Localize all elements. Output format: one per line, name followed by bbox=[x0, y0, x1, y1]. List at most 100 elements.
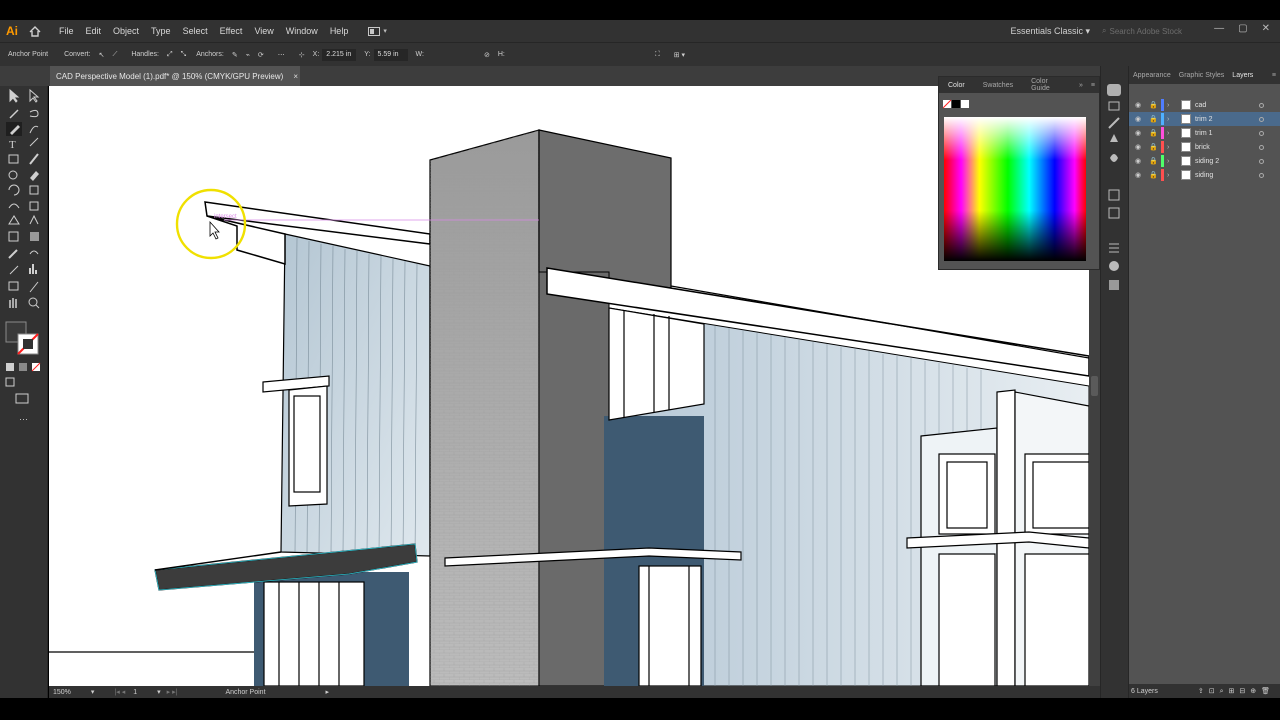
menu-type[interactable]: Type bbox=[145, 26, 177, 36]
menu-window[interactable]: Window bbox=[280, 26, 324, 36]
color-panel-icon bbox=[1107, 84, 1121, 96]
expand-chevron-icon[interactable]: › bbox=[1167, 172, 1169, 179]
workspace-switcher[interactable]: Essentials Classic ▾ bbox=[1010, 26, 1090, 37]
layer-name[interactable]: trim 1 bbox=[1195, 130, 1213, 137]
expand-chevron-icon[interactable]: › bbox=[1167, 158, 1169, 165]
tab-color-guide[interactable]: Color Guide bbox=[1022, 78, 1075, 92]
target-icon[interactable] bbox=[1259, 116, 1264, 122]
visibility-icon[interactable]: ◉ bbox=[1135, 171, 1141, 179]
convert-label: Convert: bbox=[64, 51, 91, 58]
menu-edit[interactable]: Edit bbox=[80, 26, 108, 36]
layer-row[interactable]: ◉ 🔒 › siding 2 bbox=[1129, 154, 1280, 168]
layer-name[interactable]: brick bbox=[1195, 144, 1210, 151]
artboard-dropdown-icon[interactable]: ▾ bbox=[157, 688, 161, 696]
tab-layers[interactable]: Layers bbox=[1228, 72, 1257, 79]
expand-chevron-icon[interactable]: › bbox=[1167, 130, 1169, 137]
layer-thumbnail bbox=[1181, 156, 1191, 166]
expand-chevron-icon[interactable]: › bbox=[1167, 102, 1169, 109]
tab-swatches[interactable]: Swatches bbox=[974, 82, 1022, 89]
panel-menu-icon[interactable]: ≡ bbox=[1087, 82, 1099, 89]
menu-help[interactable]: Help bbox=[324, 26, 355, 36]
target-icon[interactable] bbox=[1259, 102, 1264, 108]
next-artboard-icon[interactable]: ▸ ▸| bbox=[167, 688, 178, 696]
lock-icon[interactable]: 🔒 bbox=[1149, 115, 1158, 123]
target-icon[interactable] bbox=[1259, 144, 1264, 150]
tab-appearance[interactable]: Appearance bbox=[1129, 72, 1175, 79]
width-tool-icon bbox=[8, 203, 20, 209]
layer-row-selected[interactable]: ◉ 🔒 › trim 2 bbox=[1129, 112, 1280, 126]
layer-name[interactable]: siding bbox=[1195, 172, 1213, 179]
layer-name[interactable]: siding 2 bbox=[1195, 158, 1219, 165]
scroll-thumb[interactable] bbox=[1091, 376, 1098, 396]
transform-ref-icon[interactable]: ⊹ bbox=[299, 51, 305, 59]
expand-chevron-icon[interactable]: › bbox=[1167, 116, 1169, 123]
more-options-icon[interactable]: ⊞ ▾ bbox=[674, 51, 685, 59]
visibility-icon[interactable]: ◉ bbox=[1135, 115, 1141, 123]
target-icon[interactable] bbox=[1259, 158, 1264, 164]
status-menu-icon[interactable]: ▸ bbox=[326, 688, 330, 696]
layer-row[interactable]: ◉ 🔒 › siding bbox=[1129, 168, 1280, 182]
lock-icon[interactable]: 🔒 bbox=[1149, 101, 1158, 109]
layer-name[interactable]: trim 2 bbox=[1195, 116, 1213, 123]
artboard-number[interactable]: 1 bbox=[133, 689, 137, 696]
direct-selection-tool-icon bbox=[29, 88, 40, 103]
layer-actions-icons[interactable]: ⇪⊡⌕⊞⊟⊕🗑 bbox=[1198, 687, 1280, 696]
target-icon[interactable] bbox=[1259, 172, 1264, 178]
show-handles-icon[interactable]: ⤢ bbox=[167, 51, 173, 59]
tab-graphic-styles[interactable]: Graphic Styles bbox=[1175, 72, 1229, 79]
layers-menu-icon[interactable]: ≡ bbox=[1268, 72, 1280, 79]
lock-icon[interactable]: 🔒 bbox=[1149, 129, 1158, 137]
prev-artboard-icon[interactable]: |◂ ◂ bbox=[114, 688, 125, 696]
zoom-dropdown-icon[interactable]: ▾ bbox=[91, 688, 95, 696]
zoom-level[interactable]: 150% bbox=[53, 689, 71, 696]
current-tool-status: Anchor Point bbox=[225, 688, 266, 696]
close-window-icon[interactable]: ✕ bbox=[1262, 23, 1270, 34]
color-spectrum[interactable] bbox=[944, 117, 1086, 261]
expand-chevron-icon[interactable]: › bbox=[1167, 144, 1169, 151]
isolate-icon[interactable]: ⟳ bbox=[258, 51, 264, 59]
layer-row[interactable]: ◉ 🔒 › trim 1 bbox=[1129, 126, 1280, 140]
arrange-documents-icon[interactable]: ▾ bbox=[368, 26, 387, 36]
x-field[interactable]: 2.215 in bbox=[322, 48, 357, 61]
draw-mode-icon bbox=[5, 377, 15, 387]
artboard-canvas[interactable]: intersect bbox=[49, 86, 1089, 686]
lock-icon[interactable]: 🔒 bbox=[1149, 171, 1158, 179]
minimize-icon[interactable]: — bbox=[1214, 23, 1224, 34]
home-icon[interactable] bbox=[25, 21, 45, 41]
layer-row[interactable]: ◉ 🔒 › cad bbox=[1129, 98, 1280, 112]
lock-icon[interactable]: 🔒 bbox=[1149, 143, 1158, 151]
cut-path-icon[interactable]: ⌁ bbox=[246, 51, 250, 59]
lock-icon[interactable]: 🔒 bbox=[1149, 157, 1158, 165]
tab-color[interactable]: Color bbox=[939, 82, 974, 89]
convert-smooth-icon[interactable]: ⟋ bbox=[112, 51, 117, 59]
transform-icon[interactable]: ⛶ bbox=[655, 51, 660, 59]
target-icon[interactable] bbox=[1259, 130, 1264, 136]
layer-row[interactable]: ◉ 🔒 › brick bbox=[1129, 140, 1280, 154]
left-door bbox=[263, 581, 365, 686]
selection-tool-icon bbox=[9, 88, 20, 103]
layer-name[interactable]: cad bbox=[1195, 102, 1206, 109]
hide-handles-icon[interactable]: ⤡ bbox=[181, 51, 187, 59]
visibility-icon[interactable]: ◉ bbox=[1135, 129, 1141, 137]
rotate-tool-icon bbox=[8, 184, 20, 196]
visibility-icon[interactable]: ◉ bbox=[1135, 101, 1141, 109]
menu-file[interactable]: File bbox=[53, 26, 80, 36]
link-icon[interactable]: ⊘ bbox=[484, 51, 490, 59]
close-tab-icon[interactable]: × bbox=[293, 72, 298, 81]
maximize-icon[interactable]: ▢ bbox=[1238, 23, 1247, 34]
visibility-icon[interactable]: ◉ bbox=[1135, 157, 1141, 165]
menu-view[interactable]: View bbox=[248, 26, 279, 36]
stock-search-field[interactable]: ⌕ Search Adobe Stock bbox=[1102, 24, 1186, 38]
menu-object[interactable]: Object bbox=[107, 26, 145, 36]
document-tab[interactable]: CAD Perspective Model (1).pdf* @ 150% (C… bbox=[50, 66, 300, 86]
align-grid-icon[interactable]: ⋯ bbox=[278, 51, 285, 59]
layer-color bbox=[1161, 169, 1164, 181]
y-field[interactable]: 5.59 in bbox=[373, 48, 408, 61]
visibility-icon[interactable]: ◉ bbox=[1135, 143, 1141, 151]
remove-anchor-icon[interactable]: ✎ bbox=[232, 51, 238, 59]
menu-select[interactable]: Select bbox=[177, 26, 214, 36]
menu-effect[interactable]: Effect bbox=[214, 26, 249, 36]
menu-bar: Ai File Edit Object Type Select Effect V… bbox=[0, 20, 1280, 42]
collapse-panel-icon[interactable]: » bbox=[1075, 82, 1087, 89]
convert-corner-icon[interactable]: ↖ bbox=[99, 51, 105, 59]
